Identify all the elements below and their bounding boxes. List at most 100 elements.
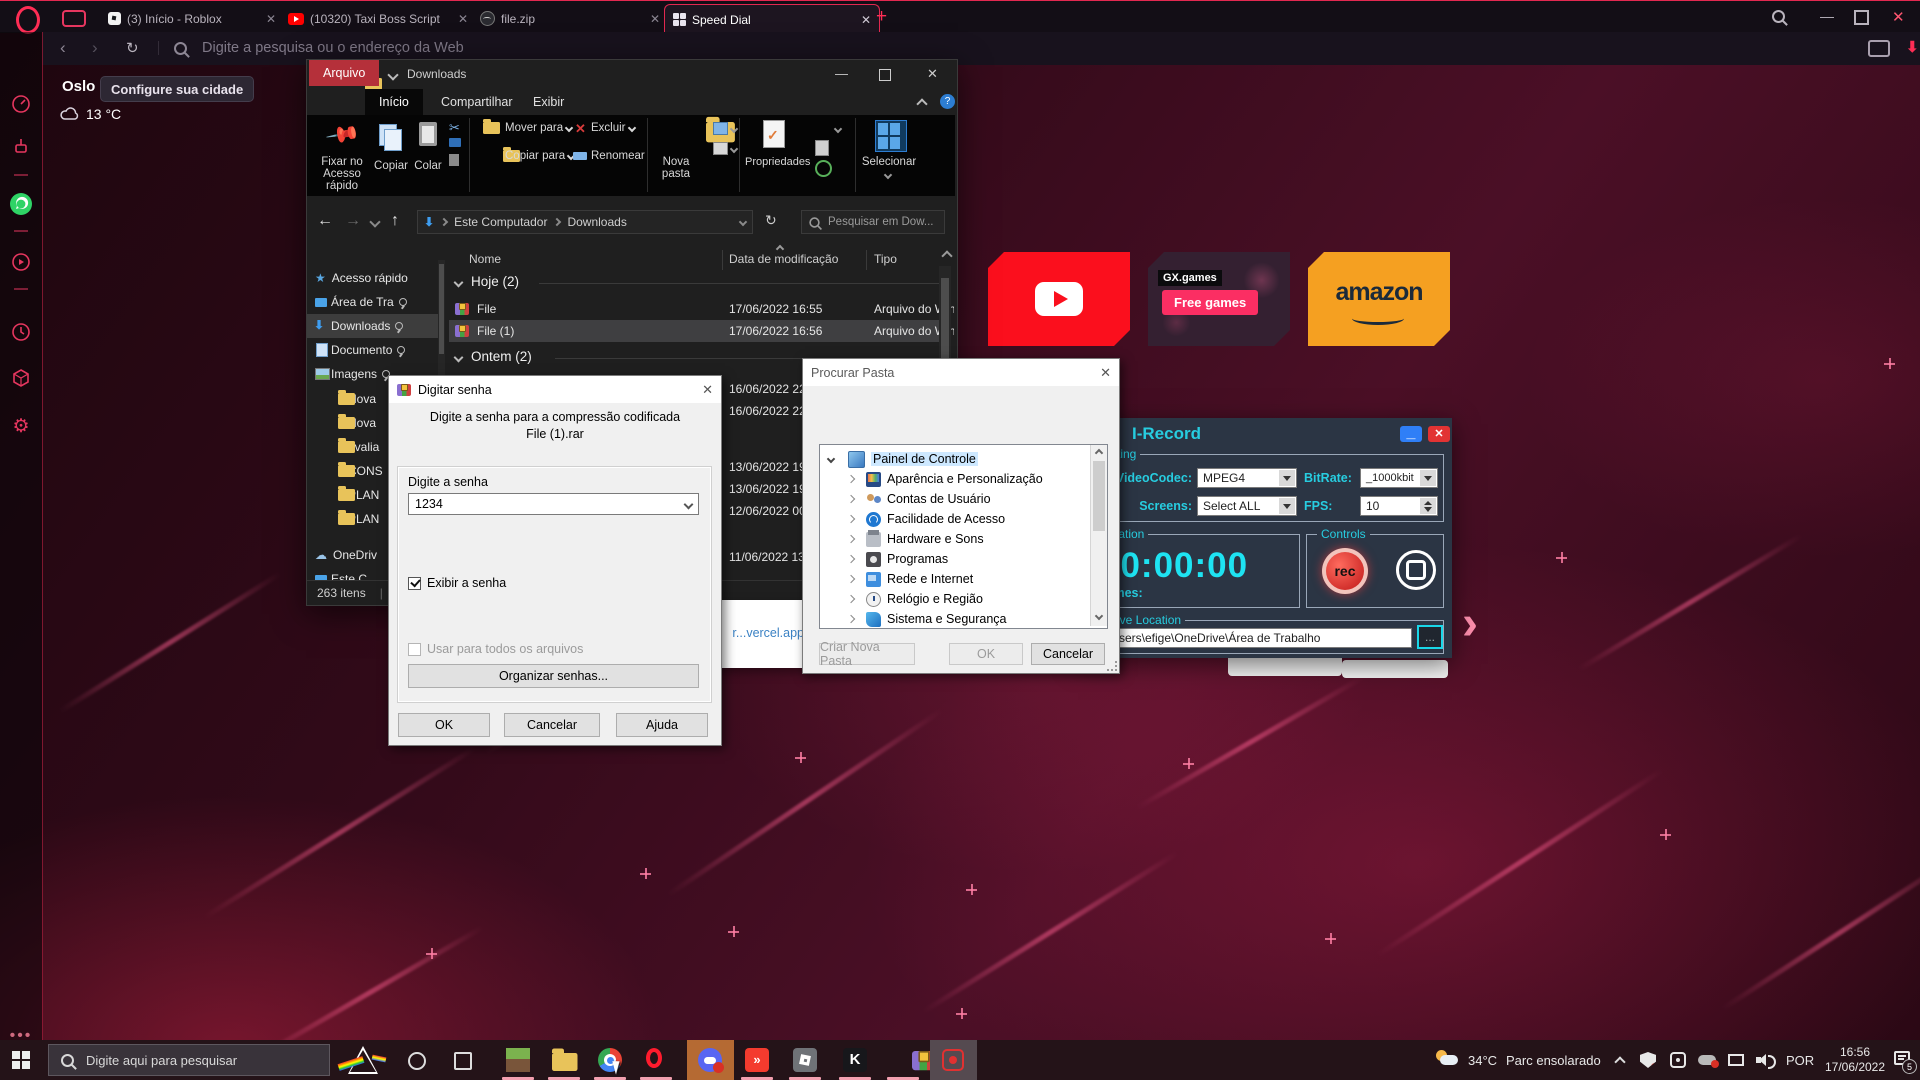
- taskbar-search-box[interactable]: Digite aqui para pesquisar: [48, 1044, 330, 1076]
- close-icon[interactable]: ✕: [1428, 426, 1450, 442]
- tray-language[interactable]: POR: [1786, 1053, 1814, 1068]
- explorer-search-box[interactable]: Pesquisar em Dow...: [801, 210, 945, 234]
- copy-icon[interactable]: [379, 124, 397, 146]
- taskbar-explorer-icon[interactable]: [552, 1053, 578, 1071]
- chevron-right-icon[interactable]: [847, 495, 855, 503]
- tree-item[interactable]: Programas: [820, 549, 1107, 569]
- dialog-title-bar[interactable]: Procurar Pasta ✕: [803, 359, 1119, 386]
- chevron-right-icon[interactable]: [847, 555, 855, 563]
- ribbon-tab-file[interactable]: Arquivo: [309, 60, 379, 86]
- speed-dial-next-arrow[interactable]: ›: [1462, 596, 1478, 651]
- group-header-yesterday[interactable]: Ontem (2): [471, 349, 532, 364]
- whatsapp-icon[interactable]: [9, 192, 33, 216]
- tree-item[interactable]: Contas de Usuário: [820, 489, 1107, 509]
- tray-weather-temp[interactable]: 34°C: [1468, 1053, 1497, 1068]
- row-date[interactable]: 12/06/2022 00: [729, 504, 806, 518]
- sidebar-item-desktop[interactable]: Área de Tra: [307, 290, 438, 314]
- tree-item[interactable]: Sistema e Segurança: [820, 609, 1107, 629]
- maximize-icon[interactable]: [879, 69, 891, 81]
- column-name[interactable]: Nome: [469, 252, 501, 266]
- reload-icon[interactable]: ↻: [126, 39, 139, 57]
- snapshot-camera-icon[interactable]: [1868, 40, 1890, 57]
- taskbar-opera-icon[interactable]: [646, 1048, 662, 1068]
- tree-item[interactable]: Facilidade de Acesso: [820, 509, 1107, 529]
- easy-access-icon[interactable]: [713, 142, 728, 155]
- network-display-icon[interactable]: [1728, 1054, 1744, 1066]
- group-header-today[interactable]: Hoje (2): [471, 274, 519, 289]
- refresh-icon[interactable]: ↻: [765, 212, 777, 229]
- volume-icon[interactable]: [1756, 1052, 1772, 1068]
- notifications-icon[interactable]: 5: [1894, 1051, 1910, 1065]
- password-input[interactable]: 1234: [408, 493, 699, 515]
- tab-speed-dial[interactable]: Speed Dial ✕: [664, 4, 880, 34]
- move-to-button[interactable]: Mover para: [505, 122, 572, 134]
- organize-passwords-button[interactable]: Organizar senhas...: [408, 664, 699, 688]
- cancel-button[interactable]: Cancelar: [1031, 643, 1105, 665]
- dialog-title-bar[interactable]: Digitar senha ✕: [389, 376, 721, 403]
- scroll-down-icon[interactable]: [1095, 612, 1103, 620]
- edit-icon[interactable]: [815, 140, 829, 156]
- task-view-icon[interactable]: [454, 1052, 472, 1070]
- popup-link[interactable]: r...vercel.app: [732, 626, 804, 640]
- breadcrumb-pc[interactable]: Este Computador: [454, 215, 547, 229]
- tree-scrollbar[interactable]: [1090, 445, 1107, 626]
- tab-filezip[interactable]: file.zip ✕: [472, 4, 668, 33]
- speed-dial-tile-amazon[interactable]: amazon: [1308, 252, 1450, 346]
- sidebar-item-quick-access[interactable]: ★ Acesso rápido: [307, 266, 438, 290]
- delete-icon[interactable]: ✕: [575, 121, 586, 137]
- minimize-icon[interactable]: _: [1400, 426, 1422, 442]
- fps-spinner[interactable]: 10: [1360, 496, 1438, 516]
- minimize-window-icon[interactable]: —: [1820, 8, 1834, 24]
- chevron-right-icon[interactable]: [847, 475, 855, 483]
- tab-roblox[interactable]: (3) Início - Roblox ✕: [100, 4, 284, 33]
- weather-icon[interactable]: [1436, 1050, 1460, 1068]
- ribbon-tab-share[interactable]: Compartilhar: [427, 89, 527, 115]
- chevron-down-icon[interactable]: [684, 499, 694, 509]
- settings-gear-icon[interactable]: ⚙: [9, 414, 33, 438]
- resize-grip[interactable]: [1107, 661, 1117, 671]
- select-button[interactable]: Selecionar: [859, 156, 919, 168]
- breadcrumb-folder[interactable]: Downloads: [567, 215, 626, 229]
- folder-tree[interactable]: Painel de Controle Aparência e Personali…: [819, 444, 1108, 629]
- player-icon[interactable]: [9, 250, 33, 274]
- properties-button[interactable]: Propriedades: [745, 156, 803, 168]
- show-password-checkbox[interactable]: Exibir a senha: [408, 576, 506, 590]
- close-icon[interactable]: ✕: [927, 66, 938, 82]
- chevron-down-icon[interactable]: [739, 218, 747, 226]
- scroll-up-icon[interactable]: [1095, 449, 1103, 457]
- properties-icon[interactable]: ✓: [763, 120, 785, 148]
- tab-close-icon[interactable]: ✕: [642, 12, 660, 26]
- stop-button[interactable]: [1396, 550, 1436, 590]
- collapse-group-icon[interactable]: [454, 278, 464, 288]
- back-icon[interactable]: ←: [317, 212, 333, 230]
- speed-dial-tile-youtube[interactable]: [988, 252, 1130, 346]
- tree-item[interactable]: Rede e Internet: [820, 569, 1107, 589]
- downloads-icon[interactable]: ⬇: [1906, 38, 1919, 56]
- new-item-icon[interactable]: [713, 122, 728, 135]
- ribbon-tab-home[interactable]: Início: [365, 89, 423, 115]
- partial-tile[interactable]: [1342, 660, 1448, 678]
- start-button[interactable]: [12, 1051, 30, 1069]
- history-clock-icon[interactable]: [9, 320, 33, 344]
- tray-weather-desc[interactable]: Parc ensolarado: [1506, 1053, 1601, 1068]
- chevron-right-icon[interactable]: [847, 515, 855, 523]
- tab-youtube[interactable]: (10320) Taxi Boss Script (AU ✕: [280, 4, 476, 33]
- scroll-up-icon[interactable]: [941, 250, 952, 261]
- cortana-icon[interactable]: [408, 1052, 426, 1070]
- ok-button[interactable]: OK: [949, 643, 1023, 665]
- tree-item[interactable]: Hardware e Sons: [820, 529, 1107, 549]
- tray-expand-icon[interactable]: [1614, 1056, 1625, 1067]
- taskbar-kinemaster-icon[interactable]: K: [843, 1048, 867, 1072]
- history-icon[interactable]: [815, 160, 832, 177]
- close-icon[interactable]: ✕: [1100, 365, 1111, 381]
- cleaner-icon[interactable]: [9, 134, 33, 158]
- copy-to-button[interactable]: Copiar para: [505, 150, 574, 162]
- weather-widget[interactable]: Oslo: [62, 78, 95, 96]
- help-button[interactable]: Ajuda: [616, 713, 708, 737]
- maximize-window-icon[interactable]: [1854, 10, 1869, 25]
- new-folder-button[interactable]: Novapasta: [645, 156, 707, 180]
- back-icon[interactable]: ‹: [60, 38, 66, 58]
- taskbar-roblox-icon[interactable]: [793, 1048, 817, 1072]
- tree-item[interactable]: Aparência e Personalização: [820, 469, 1107, 489]
- capture-icon[interactable]: [1670, 1052, 1686, 1068]
